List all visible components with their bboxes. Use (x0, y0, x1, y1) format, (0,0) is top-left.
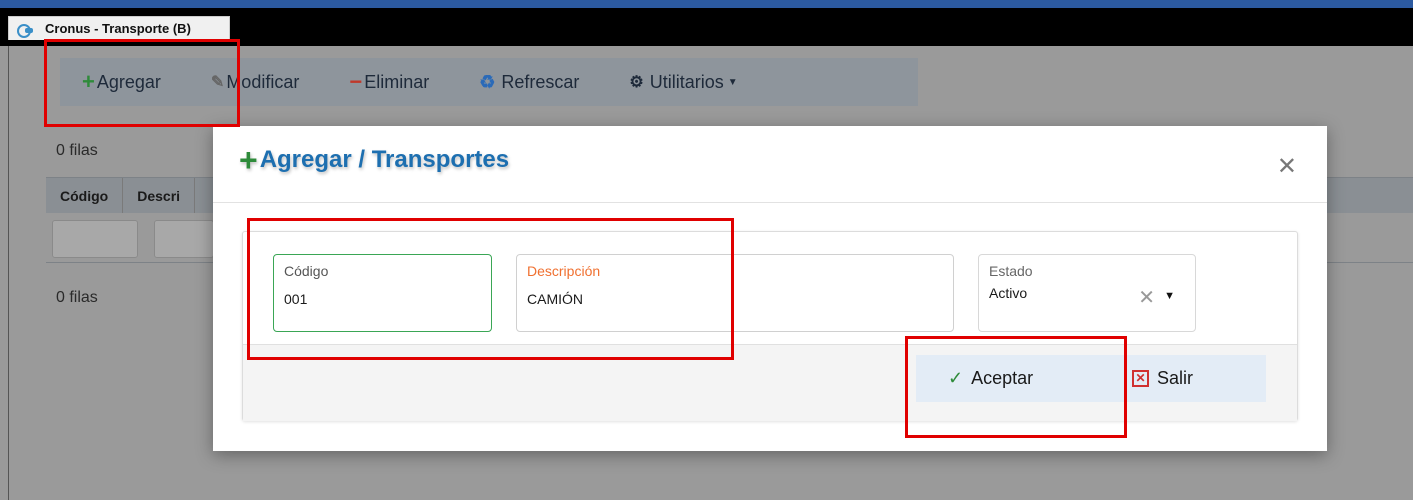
delete-button[interactable]: − Eliminar (349, 69, 429, 95)
close-icon[interactable]: ✕ (1277, 152, 1297, 181)
refresh-button-label: Refrescar (501, 71, 580, 92)
window-tab[interactable]: Cronus - Transporte (B) (8, 16, 230, 40)
modal-title: + Agregar / Transportes (239, 142, 510, 178)
add-modal: + Agregar / Transportes ✕ Código 001 Des… (213, 126, 1327, 451)
exit-button-label: Salir (1157, 368, 1194, 388)
caret-down-icon: ▼ (727, 76, 738, 88)
descripcion-value: CAMIÓN (527, 291, 583, 307)
delete-button-label: Eliminar (364, 71, 430, 92)
filter-input-descripcion[interactable] (154, 220, 214, 258)
descripcion-field[interactable]: Descripción CAMIÓN (516, 254, 954, 332)
modal-header: + Agregar / Transportes ✕ (213, 126, 1327, 203)
estado-select[interactable]: Estado Activo ✕ ▼ (978, 254, 1196, 332)
plus-icon: + (239, 142, 258, 178)
caret-down-icon[interactable]: ▼ (1164, 290, 1175, 302)
codigo-field[interactable]: Código 001 (273, 254, 492, 332)
descripcion-label: Descripción (527, 263, 601, 279)
codigo-label: Código (284, 263, 329, 279)
add-button-label: Agregar (96, 71, 161, 92)
form-card: Código 001 Descripción CAMIÓN Estado Act… (242, 231, 1298, 421)
app-icon (17, 23, 33, 38)
refresh-icon: ♻ (479, 71, 496, 92)
form-footer: ✓ Aceptar ✕ Salir (243, 344, 1297, 421)
top-border (0, 0, 1413, 8)
edit-button-label: Modificar (226, 71, 300, 92)
add-button[interactable]: + Agregar (82, 69, 161, 95)
column-header-codigo[interactable]: Código (46, 177, 124, 214)
minus-icon: − (349, 69, 363, 94)
utilities-label: Utilitarios (649, 71, 724, 92)
accept-button-label: Aceptar (971, 368, 1034, 388)
codigo-value: 001 (284, 291, 308, 307)
column-header-descripcion[interactable]: Descri (123, 177, 196, 214)
check-icon: ✓ (948, 368, 964, 388)
accept-button[interactable]: ✓ Aceptar (916, 355, 1116, 402)
toolbar: + Agregar ✎ Modificar − Eliminar ♻ Refre… (60, 58, 918, 106)
clear-icon[interactable]: ✕ (1138, 285, 1155, 310)
modal-title-text: Agregar / Transportes (259, 146, 510, 173)
gears-icon: ⚙ (629, 74, 644, 91)
filter-input-codigo[interactable] (52, 220, 138, 258)
estado-value: Activo (989, 285, 1028, 301)
refresh-button[interactable]: ♻ Refrescar (479, 72, 579, 93)
plus-icon: + (82, 69, 95, 94)
edit-button[interactable]: ✎ Modificar (211, 72, 299, 93)
exit-button[interactable]: ✕ Salir (1116, 355, 1266, 402)
close-box-icon: ✕ (1132, 370, 1149, 387)
pencil-icon: ✎ (210, 74, 225, 91)
row-count-top: 0 filas (56, 142, 98, 159)
row-count-bottom: 0 filas (56, 289, 98, 306)
estado-label: Estado (989, 263, 1033, 279)
window-title: Cronus - Transporte (B) (45, 21, 191, 36)
utilities-dropdown[interactable]: ⚙ Utilitarios ▼ (629, 72, 737, 93)
